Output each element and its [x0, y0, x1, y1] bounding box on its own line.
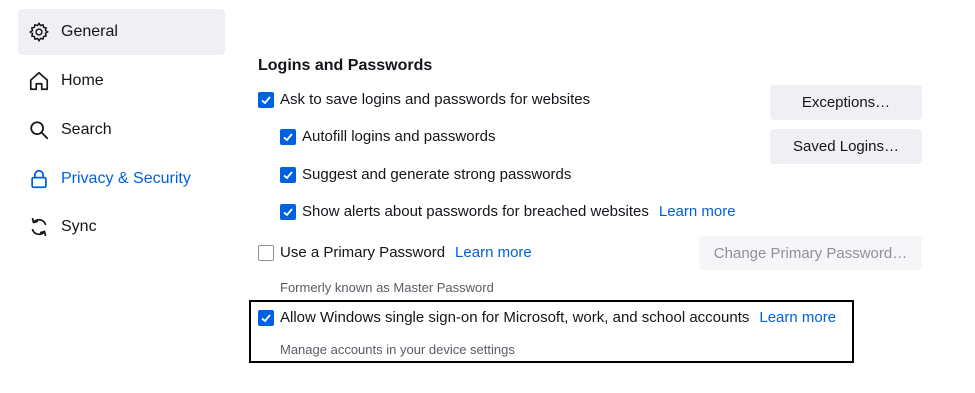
lock-icon — [28, 168, 50, 190]
ask-save-label[interactable]: Ask to save logins and passwords for web… — [280, 91, 590, 108]
suggest-checkbox[interactable] — [280, 166, 296, 183]
sidebar-item-general[interactable]: General — [18, 9, 225, 55]
gear-icon — [28, 21, 50, 43]
search-icon — [28, 119, 50, 141]
change-primary-password-button[interactable]: Change Primary Password… — [699, 236, 922, 270]
sidebar-item-label: Home — [61, 72, 104, 89]
ask-save-row: Ask to save logins and passwords for web… — [258, 91, 590, 108]
sync-icon — [28, 216, 50, 238]
autofill-label[interactable]: Autofill logins and passwords — [302, 128, 495, 145]
exceptions-button[interactable]: Exceptions… — [770, 85, 922, 120]
home-icon — [28, 70, 50, 92]
section-title: Logins and Passwords — [258, 57, 433, 74]
checkmark-icon — [283, 132, 293, 141]
sidebar-item-label: Privacy & Security — [61, 170, 191, 187]
autofill-row: Autofill logins and passwords — [280, 128, 495, 145]
breach-alerts-checkbox[interactable] — [280, 203, 296, 220]
sidebar-item-label: Sync — [61, 218, 97, 235]
checkmark-icon — [283, 170, 293, 179]
suggest-label[interactable]: Suggest and generate strong passwords — [302, 166, 571, 183]
checkmark-icon — [283, 207, 293, 216]
breach-alerts-row: Show alerts about passwords for breached… — [280, 203, 736, 220]
suggest-row: Suggest and generate strong passwords — [280, 166, 571, 183]
sidebar-item-label: General — [61, 23, 118, 40]
sidebar-item-home[interactable]: Home — [18, 58, 225, 104]
primary-password-checkbox[interactable] — [258, 244, 274, 261]
sidebar-item-search[interactable]: Search — [18, 107, 225, 153]
highlight-box — [249, 300, 854, 363]
saved-logins-button[interactable]: Saved Logins… — [770, 129, 922, 164]
checkmark-icon — [261, 95, 271, 104]
breach-learn-more-link[interactable]: Learn more — [659, 203, 736, 220]
sidebar-item-sync[interactable]: Sync — [18, 204, 225, 250]
autofill-checkbox[interactable] — [280, 128, 296, 145]
primary-password-hint: Formerly known as Master Password — [280, 280, 494, 295]
primary-password-label[interactable]: Use a Primary Password — [280, 244, 445, 261]
sidebar-item-privacy-security[interactable]: Privacy & Security — [18, 156, 225, 202]
breach-alerts-label[interactable]: Show alerts about passwords for breached… — [302, 203, 649, 220]
ask-save-checkbox[interactable] — [258, 91, 274, 108]
primary-learn-more-link[interactable]: Learn more — [455, 244, 532, 261]
sidebar-item-label: Search — [61, 121, 112, 138]
primary-password-row: Use a Primary Password Learn more — [258, 244, 532, 261]
